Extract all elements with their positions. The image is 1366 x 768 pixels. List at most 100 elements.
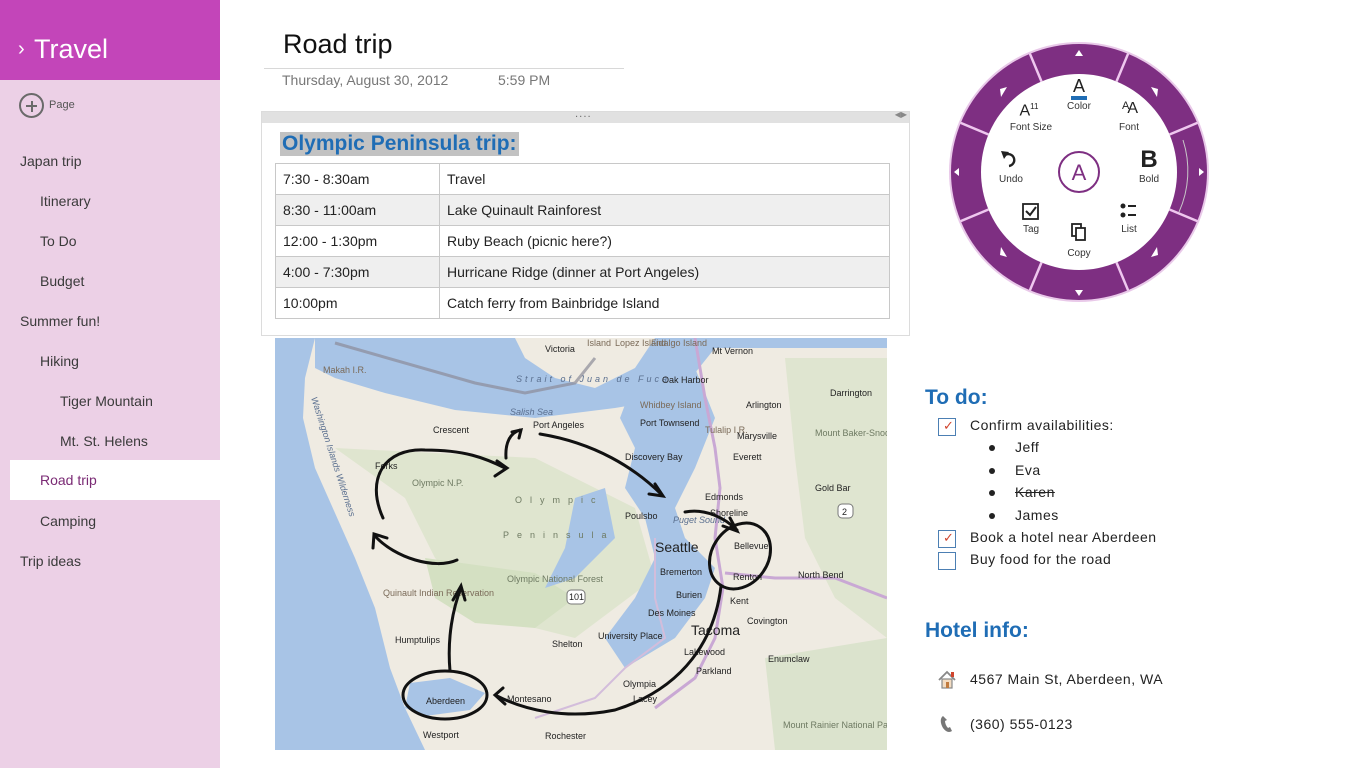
map-label-shelton: Shelton bbox=[552, 639, 583, 649]
schedule-activity[interactable]: Hurricane Ridge (dinner at Port Angeles) bbox=[439, 256, 890, 288]
table-row: 7:30 - 8:30am Travel bbox=[275, 163, 890, 195]
title-divider bbox=[264, 68, 624, 69]
radial-font-size-button[interactable]: A11 Font Size bbox=[1009, 98, 1052, 138]
schedule-activity[interactable]: Travel bbox=[439, 163, 890, 195]
radial-bold-label: Bold bbox=[1138, 174, 1159, 185]
checkmark-icon: ✓ bbox=[943, 419, 954, 434]
checkmark-icon: ✓ bbox=[943, 531, 954, 546]
bold-icon: B bbox=[1140, 146, 1158, 173]
page-sidebar: › Travel Page Japan trip Itinerary To Do… bbox=[0, 0, 220, 768]
map-label-marysville: Marysville bbox=[737, 431, 777, 441]
todo-item[interactable]: Buy food for the road bbox=[970, 551, 1111, 567]
map-label-quinault: Quinault Indian Reservation bbox=[383, 588, 494, 598]
hotel-phone[interactable]: (360) 555-0123 bbox=[970, 716, 1073, 732]
radial-undo-label: Undo bbox=[999, 174, 1023, 185]
notebook-title: Travel bbox=[34, 34, 109, 64]
schedule-activity[interactable]: Lake Quinault Rainforest bbox=[439, 194, 890, 226]
map-label-fidalgo: Fidalgo Island bbox=[651, 338, 707, 348]
map-label-university-place: University Place bbox=[598, 631, 663, 641]
sidebar-item-budget[interactable]: Budget bbox=[10, 261, 220, 301]
todo-checkbox-checked[interactable]: ✓ bbox=[938, 530, 956, 548]
sidebar-item-camping[interactable]: Camping bbox=[10, 501, 220, 541]
radial-color-label: Color bbox=[1067, 101, 1091, 112]
radial-color-button[interactable]: A Color bbox=[1059, 76, 1099, 116]
phone-icon bbox=[940, 716, 952, 732]
sidebar-item-road-trip[interactable]: Road trip bbox=[10, 460, 220, 500]
sidebar-item-tiger-mountain[interactable]: Tiger Mountain bbox=[10, 381, 220, 421]
note-container[interactable]: .... ◀▶ Olympic Peninsula trip: 7:30 - 8… bbox=[261, 109, 910, 336]
schedule-time[interactable]: 4:00 - 7:30pm bbox=[275, 256, 440, 288]
map-label-whidbey: Whidbey Island bbox=[640, 400, 702, 410]
map-label-enumclaw: Enumclaw bbox=[768, 654, 810, 664]
sidebar-item-to-do[interactable]: To Do bbox=[10, 221, 220, 261]
resize-arrows-icon[interactable]: ◀▶ bbox=[895, 110, 907, 119]
schedule-time[interactable]: 12:00 - 1:30pm bbox=[275, 225, 440, 257]
map-label-gold-bar: Gold Bar bbox=[815, 483, 851, 493]
radial-font-label: Font bbox=[1118, 122, 1139, 133]
map-label-poulsbo: Poulsbo bbox=[625, 511, 658, 521]
schedule-time[interactable]: 10:00pm bbox=[275, 287, 440, 319]
todo-item[interactable]: Confirm availabilities: bbox=[970, 417, 1114, 433]
drag-grip-icon[interactable]: .... bbox=[575, 109, 592, 120]
hotel-address[interactable]: 4567 Main St, Aberdeen, WA bbox=[970, 671, 1163, 687]
todo-person[interactable]: Eva bbox=[1015, 462, 1041, 478]
list-icon bbox=[1120, 203, 1136, 218]
map-label-peninsula: Peninsula bbox=[503, 530, 615, 540]
add-circle-icon bbox=[19, 92, 44, 118]
todo-person[interactable]: James bbox=[1015, 507, 1059, 523]
radial-list-button[interactable]: List bbox=[1109, 200, 1149, 240]
font-size-icon: A11 bbox=[1009, 102, 1049, 120]
map-label-oak-harbor: Oak Harbor bbox=[662, 375, 709, 385]
sidebar-item-japan-trip[interactable]: Japan trip bbox=[10, 141, 220, 181]
radial-font-size-label: Font Size bbox=[1009, 122, 1053, 133]
schedule-time[interactable]: 8:30 - 11:00am bbox=[275, 194, 440, 226]
map-label-discovery-bay: Discovery Bay bbox=[625, 452, 683, 462]
svg-text:2: 2 bbox=[842, 507, 847, 517]
sidebar-item-hiking[interactable]: Hiking bbox=[10, 341, 220, 381]
schedule-activity[interactable]: Catch ferry from Bainbridge Island bbox=[439, 287, 890, 319]
table-row: 10:00pm Catch ferry from Bainbridge Isla… bbox=[275, 287, 890, 319]
sidebar-item-summer-fun[interactable]: Summer fun! bbox=[10, 301, 220, 341]
todo-person[interactable]: Jeff bbox=[1015, 439, 1039, 455]
map-label-des-moines: Des Moines bbox=[648, 608, 696, 618]
todo-heading[interactable]: To do: bbox=[925, 386, 988, 410]
map-label-makah: Makah I.R. bbox=[323, 365, 367, 375]
bullet-icon bbox=[989, 513, 995, 519]
radial-bold-button[interactable]: B Bold bbox=[1129, 146, 1169, 190]
add-page-label: Page bbox=[49, 99, 75, 111]
radial-menu[interactable]: A A Color AA Font B Bold List Copy Tag U… bbox=[947, 40, 1211, 304]
todo-checkbox-unchecked[interactable] bbox=[938, 552, 956, 570]
schedule-activity[interactable]: Ruby Beach (picnic here?) bbox=[439, 225, 890, 257]
todo-checkbox-checked[interactable]: ✓ bbox=[938, 418, 956, 436]
map-label-strait: Strait of Juan de Fuca bbox=[516, 374, 670, 384]
sidebar-item-mt-st-helens[interactable]: Mt. St. Helens bbox=[10, 421, 220, 461]
radial-undo-button[interactable]: Undo bbox=[991, 148, 1031, 188]
notebook-header[interactable]: › Travel bbox=[0, 0, 220, 80]
todo-item[interactable]: Book a hotel near Aberdeen bbox=[970, 529, 1157, 545]
undo-icon bbox=[1001, 151, 1016, 168]
map-label-olympic-np: Olympic N.P. bbox=[412, 478, 463, 488]
todo-person-struck[interactable]: Karen bbox=[1015, 484, 1055, 500]
map-label-north-bend: North Bend bbox=[798, 570, 844, 580]
map-label-olympia: Olympia bbox=[623, 679, 656, 689]
map-label-parkland: Parkland bbox=[696, 666, 732, 676]
map-label-olympic-nf: Olympic National Forest bbox=[507, 574, 604, 584]
note-heading[interactable]: Olympic Peninsula trip: bbox=[280, 132, 519, 156]
sidebar-item-itinerary[interactable]: Itinerary bbox=[10, 181, 220, 221]
map-label-kent: Kent bbox=[730, 596, 749, 606]
tag-checkbox-icon bbox=[1022, 203, 1039, 220]
map-label-westport: Westport bbox=[423, 730, 459, 740]
map-label-bellevue: Bellevue bbox=[734, 541, 769, 551]
map-label-port-townsend: Port Townsend bbox=[640, 418, 699, 428]
radial-font-button[interactable]: AA Font bbox=[1109, 96, 1149, 136]
center-button-glyph[interactable]: A bbox=[1072, 160, 1087, 185]
map-image[interactable]: Victoria Island Lopez Island Fidalgo Isl… bbox=[275, 338, 887, 750]
page-title[interactable]: Road trip bbox=[283, 29, 393, 60]
add-page-button[interactable]: Page bbox=[19, 92, 75, 118]
hotel-heading[interactable]: Hotel info: bbox=[925, 619, 1029, 643]
radial-tag-button[interactable]: Tag bbox=[1011, 202, 1051, 242]
sidebar-item-trip-ideas[interactable]: Trip ideas bbox=[10, 541, 220, 581]
map-label-olympic: Olympic bbox=[515, 495, 604, 505]
note-container-handle[interactable]: .... ◀▶ bbox=[262, 109, 909, 123]
schedule-time[interactable]: 7:30 - 8:30am bbox=[275, 163, 440, 195]
